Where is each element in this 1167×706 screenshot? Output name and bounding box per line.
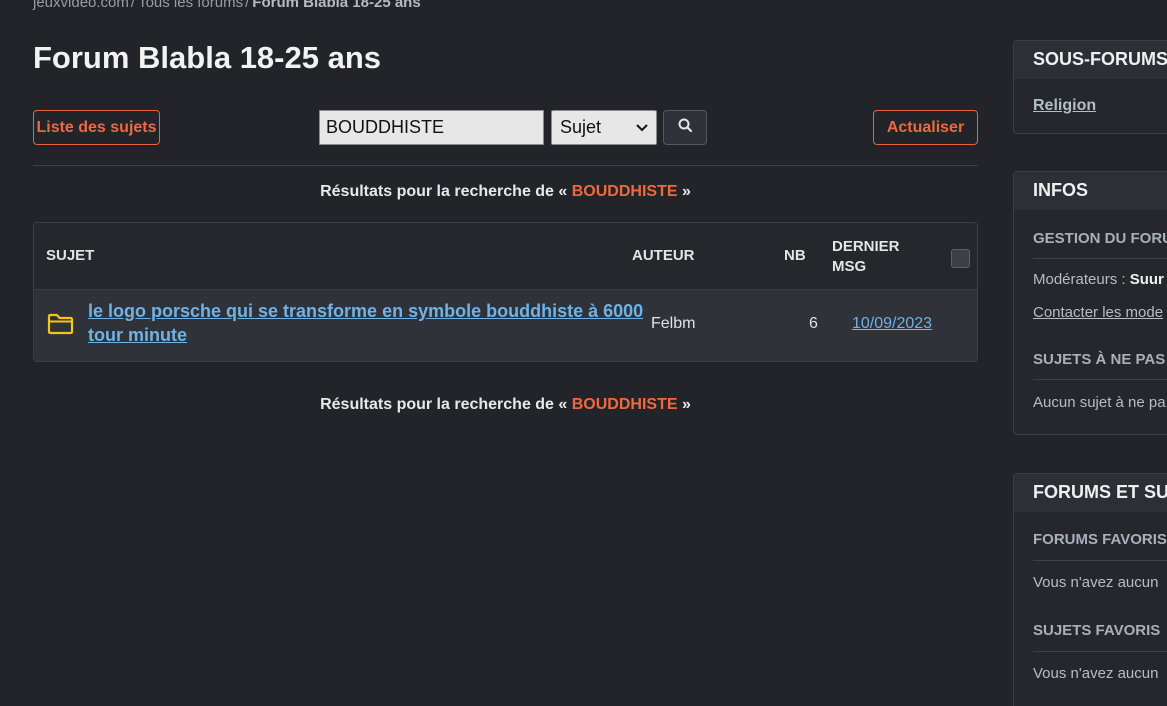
favorites-title: FORUMS ET SUJ	[1014, 474, 1167, 512]
divider	[1033, 379, 1167, 380]
topic-author[interactable]: Felbm	[651, 315, 695, 333]
moderators-label: Modérateurs :	[1033, 271, 1126, 288]
infos-card: INFOS GESTION DU FORU Modérateurs : Suur…	[1013, 171, 1167, 435]
page-title: Forum Blabla 18-25 ans	[33, 40, 382, 75]
search-icon	[678, 118, 693, 137]
folder-icon	[47, 313, 74, 340]
contact-moderators-link[interactable]: Contacter les mode	[1033, 304, 1163, 321]
topic-message-count: 6	[809, 315, 818, 332]
results-prefix: Résultats pour la recherche de «	[320, 183, 568, 200]
column-header-subject: SUJET	[46, 247, 95, 264]
table-row: le logo porsche qui se transforme en sym…	[34, 290, 977, 361]
select-all-checkbox[interactable]	[951, 249, 970, 268]
breadcrumb-home-link[interactable]: jeuxvideo.com	[33, 0, 129, 11]
column-header-author: AUTEUR	[632, 247, 695, 264]
results-suffix: »	[681, 183, 691, 200]
search-results-label: Résultats pour la recherche de « BOUDDHI…	[33, 183, 978, 201]
must-read-text: Aucun sujet à ne pa	[1033, 394, 1166, 411]
search-type-value: Sujet	[560, 117, 602, 137]
favorite-topics-text: Vous n'avez aucun	[1033, 665, 1159, 682]
results-term: BOUDDHISTE	[571, 396, 678, 413]
column-header-nb: NB	[784, 247, 806, 264]
table-header: SUJET AUTEUR NB DERNIER MSG	[34, 223, 977, 290]
refresh-button[interactable]: Actualiser	[873, 110, 978, 145]
divider	[1033, 651, 1167, 652]
forum-management-heading: GESTION DU FORU	[1033, 230, 1167, 247]
breadcrumb: jeuxvideo.com / Tous les forums / Forum Blab…	[33, 0, 421, 11]
favorites-card: FORUMS ET SUJ FORUMS FAVORIS Vous n'avez…	[1013, 473, 1167, 706]
breadcrumb-all-forums-link[interactable]: Tous les forums	[138, 0, 243, 11]
breadcrumb-separator: /	[130, 0, 136, 11]
results-prefix: Résultats pour la recherche de «	[320, 396, 568, 413]
search-results-label-bottom: Résultats pour la recherche de « BOUDDHI…	[33, 396, 978, 414]
moderator-link[interactable]: Suur	[1130, 271, 1164, 288]
divider	[33, 165, 978, 166]
topic-list-button[interactable]: Liste des sujets	[33, 110, 160, 145]
column-header-last-message: DERNIER MSG	[832, 238, 900, 275]
favorite-topics-heading: SUJETS FAVORIS	[1033, 622, 1161, 639]
subforum-link-religion[interactable]: Religion	[1033, 97, 1096, 115]
divider	[1033, 560, 1167, 561]
results-suffix: »	[681, 396, 691, 413]
breadcrumb-current: Forum Blabla 18-25 ans	[252, 0, 421, 11]
divider	[1033, 258, 1167, 259]
moderators-line: Modérateurs : Suur	[1033, 271, 1164, 288]
breadcrumb-separator: /	[245, 0, 250, 11]
results-term: BOUDDHISTE	[571, 183, 678, 200]
search-type-select[interactable]: Sujet	[551, 110, 657, 145]
topic-link[interactable]: le logo porsche qui se transforme en sym…	[88, 299, 644, 347]
favorite-forums-text: Vous n'avez aucun	[1033, 574, 1159, 591]
search-button[interactable]	[663, 110, 707, 145]
subforums-title: SOUS-FORUMS	[1014, 41, 1167, 79]
favorite-forums-heading: FORUMS FAVORIS	[1033, 531, 1167, 548]
chevron-down-icon	[636, 121, 648, 135]
topic-last-message-date[interactable]: 10/09/2023	[852, 315, 932, 333]
must-read-heading: SUJETS À NE PAS	[1033, 351, 1166, 368]
topic-table: SUJET AUTEUR NB DERNIER MSG le logo pors…	[33, 222, 978, 362]
subforums-card: SOUS-FORUMS Religion	[1013, 40, 1167, 134]
infos-title: INFOS	[1014, 172, 1167, 210]
search-input[interactable]: BOUDDHISTE	[319, 110, 544, 145]
